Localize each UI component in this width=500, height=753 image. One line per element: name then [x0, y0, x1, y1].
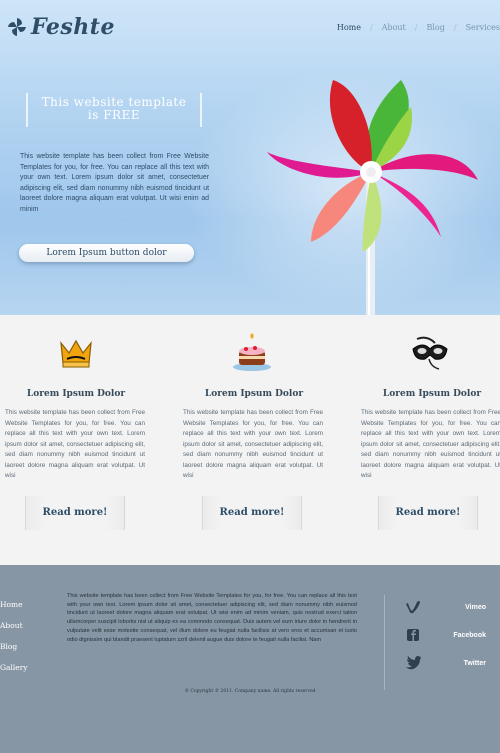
features-section: Lorem Ipsum Dolor This website template … [0, 315, 500, 565]
logo-text: Feshte [31, 14, 115, 40]
feature-text: This website template has been collect f… [361, 409, 500, 479]
cake-icon [233, 333, 271, 371]
social-facebook[interactable]: Facebook [404, 621, 494, 649]
read-more-button[interactable]: Read more! [25, 496, 125, 530]
hero-button[interactable]: Lorem Ipsum button dolor [19, 244, 194, 262]
read-more-button[interactable]: Read more! [202, 496, 302, 530]
feature-title: Lorem Ipsum Dolor [26, 389, 126, 399]
social-links: Vimeo Facebook Twitter [404, 593, 494, 677]
nav-services[interactable]: Services [466, 23, 500, 32]
feature-text: This website template has been collect f… [183, 409, 323, 479]
footer-nav: Home About Blog Gallery [0, 594, 28, 678]
nav-blog[interactable]: Blog [426, 23, 444, 32]
nav-home[interactable]: Home [337, 23, 361, 32]
crown-icon [60, 339, 92, 368]
footer-text: This website template has been collect f… [67, 593, 357, 643]
feature-text: This website template has been collect f… [5, 409, 145, 479]
footer-nav-home[interactable]: Home [0, 594, 28, 615]
nav-about[interactable]: About [382, 23, 406, 32]
nav-separator: / [414, 23, 418, 32]
facebook-icon [407, 629, 419, 641]
footer-nav-blog[interactable]: Blog [0, 636, 28, 657]
hero-title: This website template is FREE [26, 93, 202, 127]
social-vimeo[interactable]: Vimeo [404, 593, 494, 621]
social-label: Facebook [453, 631, 486, 639]
nav-separator: / [453, 23, 457, 32]
social-twitter[interactable]: Twitter [404, 649, 494, 677]
footer: Home About Blog Gallery This website tem… [0, 565, 500, 753]
logo-pinwheel-icon [8, 18, 26, 36]
footer-nav-about[interactable]: About [0, 615, 28, 636]
social-label: Vimeo [465, 603, 486, 611]
footer-divider [384, 595, 385, 690]
footer-nav-gallery[interactable]: Gallery [0, 657, 28, 678]
logo[interactable]: Feshte [6, 14, 115, 40]
mask-icon [412, 336, 448, 370]
vimeo-icon [406, 601, 420, 614]
feature-title: Lorem Ipsum Dolor [382, 389, 482, 399]
nav-separator: / [369, 23, 373, 32]
hero-title-line2: is FREE [87, 108, 141, 122]
copyright: © Copyright © 2011. Company name. All ri… [184, 689, 316, 694]
hero-banner: Feshte Home / About / Blog / Services Th… [0, 0, 500, 315]
read-more-button[interactable]: Read more! [378, 496, 478, 530]
social-label: Twitter [463, 659, 486, 667]
main-nav: Home / About / Blog / Services [337, 23, 500, 32]
pinwheel-image [267, 80, 478, 315]
feature-title: Lorem Ipsum Dolor [204, 389, 304, 399]
hero-text: This website template has been collect f… [20, 153, 209, 213]
twitter-icon [406, 656, 422, 670]
